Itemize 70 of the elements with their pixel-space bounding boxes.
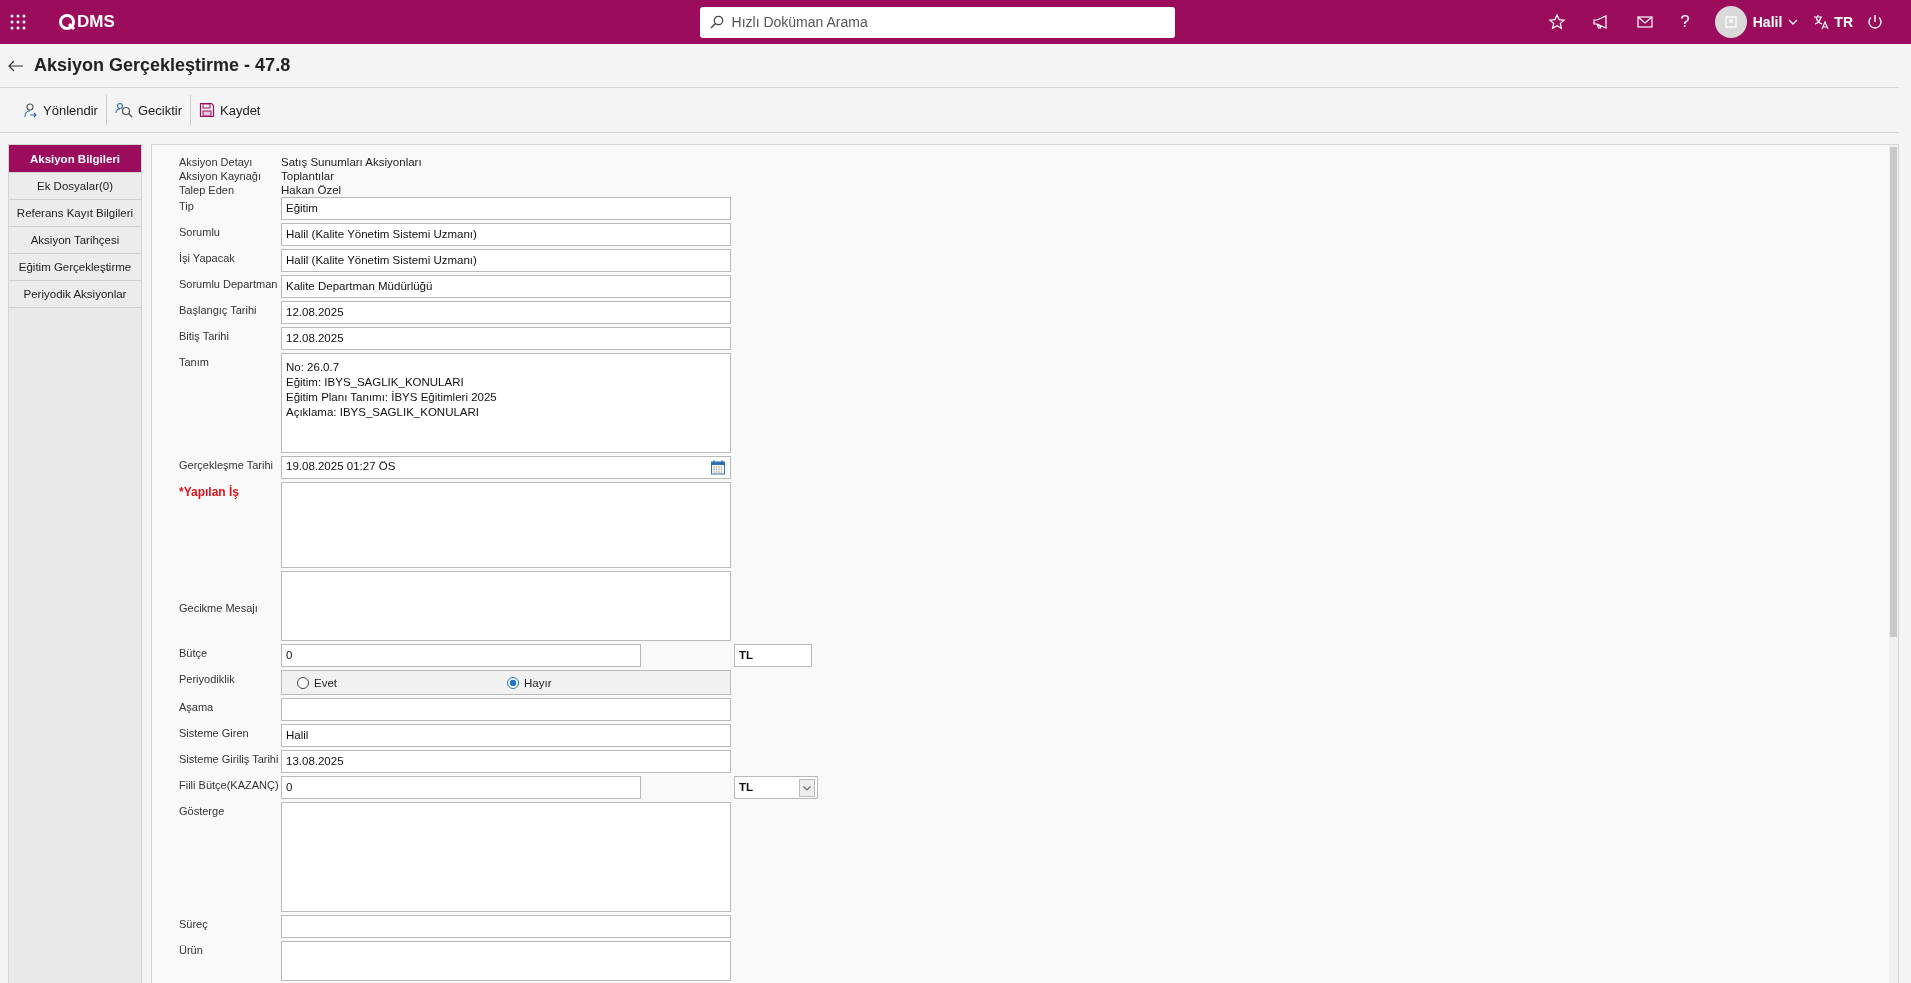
input-field[interactable] — [281, 915, 731, 938]
star-icon[interactable] — [1548, 13, 1567, 31]
input-field[interactable]: Halil — [281, 724, 731, 747]
field-label: Sisteme Giren — [179, 726, 250, 739]
field-value: Hakan Özel — [281, 183, 343, 197]
field-value: Satış Sunumları Aksiyonları — [281, 155, 423, 169]
radio-icon[interactable] — [507, 676, 519, 689]
field-label: Aksiyon Kaynağı — [179, 169, 262, 183]
field-label: Periyodiklik — [179, 672, 236, 685]
language-selector[interactable]: TR — [1834, 14, 1853, 30]
currency-field[interactable]: TL — [734, 644, 812, 667]
help-button[interactable]: ? — [1680, 12, 1690, 32]
field-label: Sisteme Giriliş Tarihi — [179, 752, 280, 765]
field-label: Aksiyon Detayı — [179, 155, 254, 169]
search-field[interactable]: Hızlı Doküman Arama — [699, 6, 1175, 38]
field-value: Toplantılar — [281, 169, 336, 183]
save-button[interactable]: Kaydet — [191, 95, 269, 125]
field-label: Gecikme Mesajı — [179, 600, 259, 614]
mail-icon[interactable] — [1636, 13, 1655, 31]
field-label: Gerçekleşme Tarihi — [179, 458, 274, 471]
amount-field[interactable]: 0 — [281, 776, 641, 799]
field-label: Tanım — [179, 355, 210, 368]
user-icon — [1723, 15, 1738, 29]
search-icon — [709, 15, 724, 29]
amount-field[interactable]: 0 — [281, 644, 641, 667]
input-field[interactable]: Eğitim — [281, 197, 731, 220]
input-field[interactable]: Halil (Kalite Yönetim Sistemi Uzmanı) — [281, 223, 731, 246]
forward-button[interactable]: Yönlendir — [14, 95, 106, 125]
logo-text: DMS — [77, 12, 115, 32]
input-field[interactable]: Halil (Kalite Yönetim Sistemi Uzmanı) — [281, 249, 731, 272]
field-label: Başlangıç Tarihi — [179, 303, 258, 316]
field-label: Sorumlu — [179, 225, 221, 238]
field-label: Bitiş Tarihi — [179, 329, 230, 342]
input-field[interactable]: 12.08.2025 — [281, 327, 731, 350]
apps-menu-icon[interactable] — [10, 14, 26, 30]
input-field[interactable]: 13.08.2025 — [281, 750, 731, 773]
input-field[interactable]: Kalite Departman Müdürlüğü — [281, 275, 731, 298]
field-label: Tip — [179, 199, 195, 212]
field-label: *Yapılan İş — [179, 484, 241, 499]
field-label: Gösterge — [179, 804, 226, 817]
scrollbar[interactable] — [1889, 145, 1898, 983]
field-label: İşi Yapacak — [179, 251, 236, 264]
input-field[interactable] — [281, 698, 731, 721]
field-label: Süreç — [179, 917, 209, 930]
avatar[interactable] — [1714, 6, 1747, 38]
user-name[interactable]: Halil — [1752, 14, 1783, 30]
translate-icon[interactable] — [1812, 13, 1831, 31]
radio-icon[interactable] — [297, 676, 309, 689]
currency-select[interactable]: TL — [734, 776, 818, 799]
field-label: Ürün — [179, 943, 204, 956]
page-title: Aksiyon Gerçekleştirme - 47.8 — [34, 55, 291, 76]
delay-button[interactable]: Geciktir — [106, 95, 190, 125]
chevron-down-icon[interactable] — [1788, 17, 1799, 27]
calendar-icon[interactable] — [710, 458, 726, 475]
person-arrow-icon — [22, 102, 38, 118]
field-label: Sorumlu Departman — [179, 277, 279, 290]
field-label: Aşama — [179, 700, 215, 713]
logo-icon — [58, 13, 76, 31]
field-label: Fiili Bütçe(KAZANÇ) — [179, 778, 280, 791]
text-area[interactable]: No: 26.0.7 Eğitim: IBYS_SAGLIK_KONULARI Eğitim Planı Tanımı: İBYS Eğitimleri 2025 Açıklama: IBYS_SAGLIK_KONULARI — [281, 353, 731, 453]
radio-option[interactable]: Evet — [297, 676, 507, 689]
field-label: Talep Eden — [179, 183, 236, 197]
people-search-icon — [114, 102, 133, 118]
radio-option[interactable]: Hayır — [507, 676, 730, 689]
input-field[interactable]: 12.08.2025 — [281, 301, 731, 324]
power-icon[interactable] — [1866, 13, 1884, 31]
sidebar-tab[interactable]: Aksiyon Bilgileri — [9, 145, 141, 173]
date-field[interactable]: 19.08.2025 01:27 ÖS — [281, 456, 731, 479]
back-arrow-icon[interactable] — [8, 59, 24, 72]
field-label: Bütçe — [179, 646, 209, 659]
